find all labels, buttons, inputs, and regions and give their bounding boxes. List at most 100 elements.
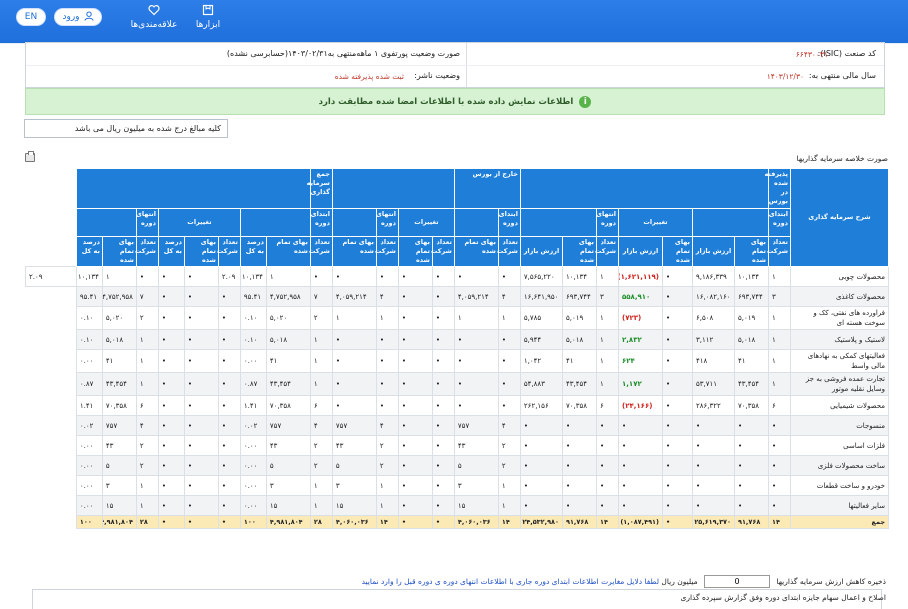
table-cell: ۴۳ (453, 435, 499, 456)
table-cell: ۱ (596, 306, 619, 330)
table-cell: ۳ (596, 286, 619, 307)
table-cell: • (497, 349, 521, 373)
table-cell: • (183, 515, 219, 529)
table-cell: • (431, 435, 455, 456)
grp-opening-3: ابتدای دوره (309, 208, 333, 237)
table-cell: ۲۸۶,۳۲۲ (692, 395, 735, 416)
table-cell: • (331, 329, 377, 350)
table-cell: ۷۰,۳۵۸ (265, 395, 311, 416)
h-market: ارزش بازار (618, 236, 663, 267)
info-check-icon: i (579, 95, 592, 108)
table-cell: ۱ (596, 349, 619, 373)
table-cell: • (692, 495, 735, 516)
table-cell: • (562, 435, 597, 456)
table-cell: ۱ (768, 266, 791, 287)
table-cell: ۳,۱۱۲ (692, 329, 735, 350)
table-cell: • (662, 286, 693, 307)
table-cell: • (453, 372, 499, 396)
table-cell: ۴۳ (265, 435, 311, 456)
table-cell: ۱۴ (497, 515, 521, 529)
table-cell: • (183, 475, 219, 496)
table-cell: ۱ (265, 266, 311, 287)
reserve-input[interactable] (704, 575, 771, 588)
table-cell: ۴۳,۴۵۴ (734, 372, 769, 396)
table-cell: • (596, 495, 619, 516)
table-cell: ۲.۰۹ (217, 266, 241, 287)
table-cell: • (431, 372, 455, 396)
print-icon[interactable] (25, 151, 35, 162)
table-cell: • (431, 475, 455, 496)
table-cell: • (618, 435, 663, 456)
table-cell: • (375, 372, 399, 396)
table-cell: ۱ (309, 349, 333, 373)
table-cell: • (217, 306, 241, 330)
login-button[interactable]: ورود (54, 8, 102, 26)
table-cell: • (596, 415, 619, 436)
table-cell: ۱ (101, 266, 137, 287)
table-cell: • (331, 349, 377, 373)
table-cell: • (768, 435, 791, 456)
table-cell: • (397, 415, 433, 436)
table-cell: ۹۱,۷۶۸ (734, 515, 769, 529)
table-cell: • (157, 306, 185, 330)
investment-summary-table: شرح سرمایه گذاری پذیرفته شده در بورس خار… (25, 168, 889, 529)
table-cell: • (734, 435, 769, 456)
table-cell: • (375, 266, 399, 287)
table-cell: ۱,۱۷۲ (618, 372, 663, 396)
tools-nav[interactable]: ابزارها (190, 4, 226, 30)
table-cell: ۷۵۷ (453, 415, 499, 436)
table-cell: ۱۰,۱۳۴ (734, 266, 769, 287)
table-cell: ۲ (135, 306, 159, 330)
h-count: تعداد شرکت (309, 236, 333, 267)
h-market: ارزش بازار (519, 236, 564, 267)
favorites-nav[interactable]: علاقه‌مندی‌ها (126, 4, 182, 30)
table-cell: • (768, 475, 791, 496)
table-cell: ۶ (135, 395, 159, 416)
table-cell: ۴,۰۶۰,۰۳۶ (453, 515, 499, 529)
table-cell: ۵,۰۲۰ (265, 306, 311, 330)
reserve-unit: میلیون ریال (661, 577, 698, 586)
table-row: خودرو و ساخت قطعات • • • • • • • • ۱ ۳ • • ۱ ۳ ۱ ۳ ۰.۰۰ • •… (26, 475, 889, 496)
table-cell: • (662, 266, 693, 287)
language-button[interactable]: EN (16, 8, 46, 26)
header-blank (75, 168, 311, 209)
grp-changes-2: تغییرات (397, 208, 455, 237)
table-cell: • (768, 415, 791, 436)
table-cell: ۵ (331, 455, 377, 476)
h-count: تعداد شرکت (595, 236, 619, 267)
table-cell: ۰.۰۰ (239, 349, 267, 373)
table-cell: • (157, 349, 185, 373)
table-cell: ۴۱ (101, 349, 137, 373)
info-row-divider (26, 65, 884, 66)
table-cell: ۲ (135, 455, 159, 476)
h-count: تعداد شرکت (431, 236, 455, 267)
table-cell: ۵ (265, 455, 311, 476)
table-cell: • (183, 329, 219, 350)
grp-closing-3: انتهای دوره (136, 208, 159, 237)
table-cell: ۱ (135, 372, 159, 396)
table-cell: • (519, 495, 564, 516)
table-cell: • (662, 435, 693, 456)
table-cell: • (397, 372, 433, 396)
table-cell: • (692, 455, 735, 476)
table-cell: • (397, 286, 433, 307)
table-cell: ۳ (265, 475, 311, 496)
user-icon (84, 11, 94, 24)
table-row: لاستیک و پلاستیک ۱ ۵,۰۱۸ ۳,۱۱۲ • ۲,۸۳۲ ۱ ۵,۰۱۸ ۵… (26, 329, 889, 350)
h-count: تعداد شرکت (217, 236, 241, 267)
table-cell: ۱ (375, 306, 399, 330)
table-cell: • (519, 455, 564, 476)
table-cell: ۱ (309, 329, 333, 350)
table-cell: ۴۱ (265, 349, 311, 373)
table-cell: • (183, 415, 219, 436)
table-cell: ۲۸ (309, 515, 333, 529)
table-cell: • (618, 475, 663, 496)
currency-unit-note: کلیه مبالغ درج شده به میلیون ریال می باش… (24, 119, 228, 138)
table-cell: • (157, 329, 185, 350)
table-cell: • (217, 435, 241, 456)
table-cell: ۷۵۷ (265, 415, 311, 436)
table-cell: • (562, 415, 597, 436)
table-cell: ۷۵۷ (101, 415, 137, 436)
table-cell: • (217, 349, 241, 373)
table-cell: ۱ (135, 495, 159, 516)
